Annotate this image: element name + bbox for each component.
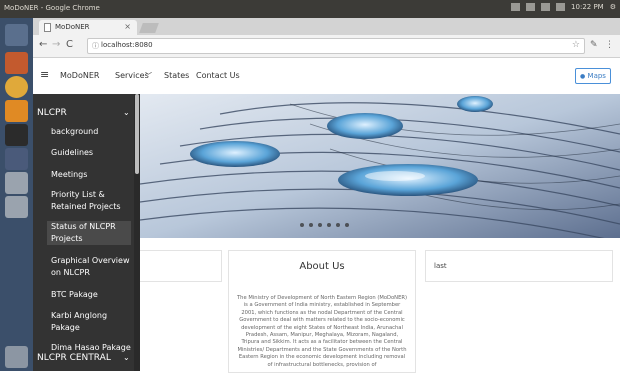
brand-link[interactable]: MoDoNER xyxy=(60,71,99,80)
content-card-left xyxy=(140,250,222,282)
software-center-icon[interactable] xyxy=(5,100,28,122)
menu-dots-icon[interactable]: ⋮ xyxy=(605,40,614,50)
sidebar-item-btc-pakage[interactable]: BTC Pakage xyxy=(51,289,131,301)
tab-title: MoDoNER xyxy=(55,23,90,31)
sidebar-item-graphical-overview[interactable]: Graphical Overview on NLCPR xyxy=(51,255,131,279)
carousel-dot[interactable] xyxy=(318,223,322,227)
hero-carousel[interactable] xyxy=(140,94,620,238)
launcher xyxy=(0,18,33,371)
chevron-down-icon[interactable]: ⌄ xyxy=(123,353,130,362)
chrome-icon[interactable] xyxy=(5,76,28,98)
extension-icon[interactable]: ✎ xyxy=(590,40,598,50)
clock: 10:22 PM xyxy=(571,3,604,11)
nav-services[interactable]: Services xyxy=(115,71,149,80)
sidebar-item-guidelines[interactable]: Guidelines xyxy=(51,147,131,159)
sidebar: NLCPR ⌄ background Guidelines Meetings P… xyxy=(33,94,140,371)
sidebar-item-priority-list[interactable]: Priority List & Retained Projects xyxy=(51,189,131,213)
page-icon xyxy=(44,23,51,32)
nav-states[interactable]: States xyxy=(164,71,189,80)
chevron-down-icon[interactable]: ﹀ xyxy=(145,71,152,81)
sidebar-item-background[interactable]: background xyxy=(51,126,131,138)
carousel-dot[interactable] xyxy=(300,223,304,227)
sidebar-item-status-nlcpr[interactable]: Status of NLCPR Projects xyxy=(47,221,131,245)
carousel-dot[interactable] xyxy=(309,223,313,227)
carousel-dot[interactable] xyxy=(327,223,331,227)
hero-image xyxy=(140,94,620,238)
sidebar-header[interactable]: NLCPR xyxy=(37,108,67,118)
about-text: The Ministry of Development of North Eas… xyxy=(237,295,407,368)
forward-icon[interactable]: → xyxy=(52,39,60,50)
url-text[interactable]: localhost:8080 xyxy=(101,41,153,49)
maps-label: Maps xyxy=(587,72,606,80)
battery-icon[interactable] xyxy=(541,3,551,11)
keyboard-icon[interactable] xyxy=(526,3,536,11)
nav-contact-us[interactable]: Contact Us xyxy=(196,71,240,80)
main-content: About Us The Ministry of Development of … xyxy=(140,238,620,373)
sidebar-scrollbar[interactable] xyxy=(135,94,139,174)
drive-icon-2[interactable] xyxy=(5,196,28,218)
omnibox[interactable]: ⓘ localhost:8080 ☆ xyxy=(87,38,585,54)
os-top-bar: MoDoNER - Google Chrome 10:22 PM ⚙ xyxy=(0,0,620,18)
trash-icon[interactable] xyxy=(5,346,28,368)
volume-icon[interactable] xyxy=(556,3,566,11)
window-title: MoDoNER - Google Chrome xyxy=(4,4,100,12)
settings-icon[interactable] xyxy=(5,148,28,170)
info-icon[interactable]: ⓘ xyxy=(92,41,99,51)
star-icon[interactable]: ☆ xyxy=(572,40,580,50)
carousel-indicators xyxy=(300,223,349,227)
hamburger-icon[interactable]: ≡ xyxy=(40,68,49,81)
about-title: About Us xyxy=(299,261,345,272)
sidebar-item-karbi-anglong[interactable]: Karbi Anglong Pakage xyxy=(51,310,131,334)
sidebar-item-meetings[interactable]: Meetings xyxy=(51,169,131,181)
browser-window: MoDoNER × ← → C ⓘ localhost:8080 ☆ ✎ ⋮ ≡… xyxy=(33,18,620,373)
address-bar-row: ← → C ⓘ localhost:8080 ☆ ✎ ⋮ xyxy=(33,35,620,58)
carousel-dot[interactable] xyxy=(345,223,349,227)
new-tab-button[interactable] xyxy=(139,23,159,33)
site-navbar: ≡ MoDoNER Services ﹀ States Contact Us ●… xyxy=(33,58,620,95)
system-tray: 10:22 PM ⚙ xyxy=(511,3,616,11)
content-card-right: last xyxy=(425,250,613,282)
browser-tab[interactable]: MoDoNER × xyxy=(39,20,137,35)
power-icon[interactable]: ⚙ xyxy=(610,3,616,11)
map-pin-icon: ● xyxy=(580,73,586,80)
drive-icon[interactable] xyxy=(5,172,28,194)
chevron-down-icon[interactable]: ⌄ xyxy=(123,108,130,117)
back-icon[interactable]: ← xyxy=(39,39,47,50)
network-icon[interactable] xyxy=(511,3,521,11)
files-icon[interactable] xyxy=(5,52,28,74)
reload-icon[interactable]: C xyxy=(66,39,73,50)
carousel-dot[interactable] xyxy=(336,223,340,227)
sidebar-footer[interactable]: NLCPR CENTRAL xyxy=(37,353,111,363)
dash-icon[interactable] xyxy=(5,24,28,46)
tab-strip: MoDoNER × xyxy=(33,18,620,35)
maps-button[interactable]: ● Maps xyxy=(575,68,611,84)
terminal-icon[interactable] xyxy=(5,124,28,146)
close-tab-icon[interactable]: × xyxy=(124,22,131,31)
right-card-text: last xyxy=(434,262,447,270)
about-card: About Us The Ministry of Development of … xyxy=(228,250,416,373)
